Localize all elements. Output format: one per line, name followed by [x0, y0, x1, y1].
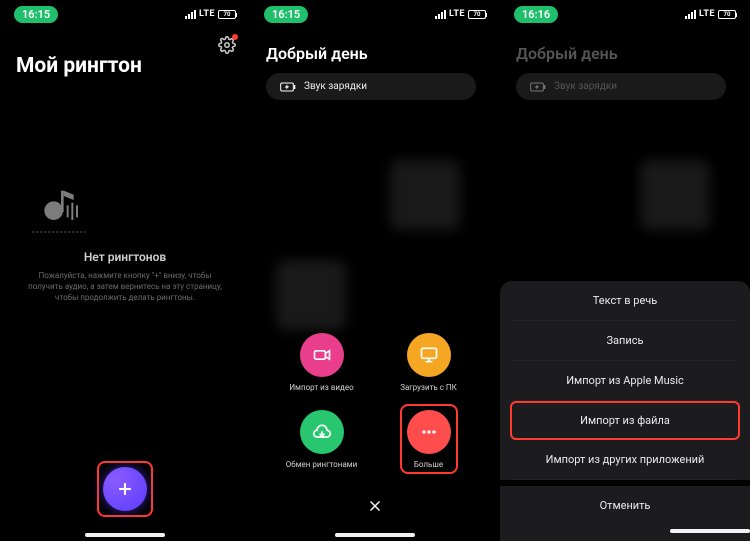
status-right: LTE 70: [685, 9, 736, 19]
settings-button[interactable]: [218, 36, 236, 54]
empty-state: Нет рингтонов Пожалуйста, нажмите кнопку…: [0, 180, 250, 304]
pill-label: Звук зарядки: [554, 81, 617, 92]
greeting: Добрый день: [250, 26, 500, 73]
plus-icon: [115, 479, 135, 499]
home-indicator[interactable]: [85, 533, 165, 537]
add-button[interactable]: [103, 467, 147, 511]
signal-icon: [185, 10, 196, 19]
action-grid: Импорт из видео Загрузить с ПК Обмен рин…: [250, 333, 500, 469]
sheet-item-record[interactable]: Запись: [512, 321, 738, 361]
home-indicator[interactable]: [670, 529, 750, 533]
home-indicator[interactable]: [335, 533, 415, 537]
status-time: 16:15: [264, 6, 308, 23]
status-right: LTE 70: [185, 9, 236, 19]
charging-sound-pill[interactable]: Звук зарядки: [266, 73, 476, 100]
status-right: LTE 70: [435, 9, 486, 19]
add-button-highlight: [97, 461, 153, 517]
monitor-icon: [419, 345, 439, 365]
close-icon: [366, 497, 384, 515]
camera-icon: [312, 345, 332, 365]
status-bar: 16:16 LTE 70: [500, 0, 750, 26]
blurred-card: [640, 160, 710, 230]
network-label: LTE: [199, 9, 215, 19]
cloud-download-icon: [312, 422, 332, 442]
greeting: Добрый день: [500, 26, 750, 73]
battery-charge-icon: [530, 82, 546, 92]
sheet-cancel[interactable]: Отменить: [500, 486, 750, 525]
blurred-card: [390, 160, 460, 230]
network-label: LTE: [699, 9, 715, 19]
battery-icon: 70: [718, 10, 736, 19]
status-bar: 16:15 LTE 70: [0, 0, 250, 26]
battery-icon: 70: [218, 10, 236, 19]
sheet-item-tts[interactable]: Текст в речь: [512, 281, 738, 321]
sheet-item-apple-music[interactable]: Импорт из Apple Music: [512, 361, 738, 401]
pill-label: Звук зарядки: [304, 81, 367, 92]
notification-dot: [232, 34, 238, 40]
battery-icon: 70: [468, 10, 486, 19]
sheet-item-other-apps[interactable]: Импорт из других приложений: [512, 440, 738, 480]
action-share-ringtones[interactable]: Обмен рингтонами: [282, 410, 361, 469]
screen-import-menu: 16:15 LTE 70 Добрый день Звук зарядки Им…: [250, 0, 500, 541]
more-highlight: [400, 404, 458, 474]
action-download-pc[interactable]: Загрузить с ПК: [389, 333, 468, 392]
screen-more-sheet: 16:16 LTE 70 Добрый день Звук зарядки Те…: [500, 0, 750, 541]
screen-my-ringtone: 16:15 LTE 70 Мой рингтон Нет рингт: [0, 0, 250, 541]
status-bar: 16:15 LTE 70: [250, 0, 500, 26]
sheet-item-file[interactable]: Импорт из файла: [510, 401, 740, 440]
signal-icon: [435, 10, 446, 19]
action-label: Обмен рингтонами: [286, 460, 357, 469]
page-title: Мой рингтон: [0, 26, 250, 78]
blurred-card: [276, 260, 346, 330]
empty-description: Пожалуйста, нажмите кнопку "+" внизу, чт…: [24, 270, 226, 304]
music-note-icon: [24, 180, 226, 240]
close-button[interactable]: [366, 497, 384, 515]
action-label: Загрузить с ПК: [400, 383, 457, 392]
signal-icon: [685, 10, 696, 19]
action-label: Импорт из видео: [289, 383, 353, 392]
action-sheet: Текст в речь Запись Импорт из Apple Musi…: [500, 281, 750, 541]
battery-charge-icon: [280, 82, 296, 92]
network-label: LTE: [449, 9, 465, 19]
charging-sound-pill[interactable]: Звук зарядки: [516, 73, 726, 100]
action-more[interactable]: Больше: [389, 410, 468, 469]
empty-title: Нет рингтонов: [24, 250, 226, 264]
action-import-video[interactable]: Импорт из видео: [282, 333, 361, 392]
status-time: 16:15: [14, 6, 58, 23]
status-time: 16:16: [514, 6, 558, 23]
